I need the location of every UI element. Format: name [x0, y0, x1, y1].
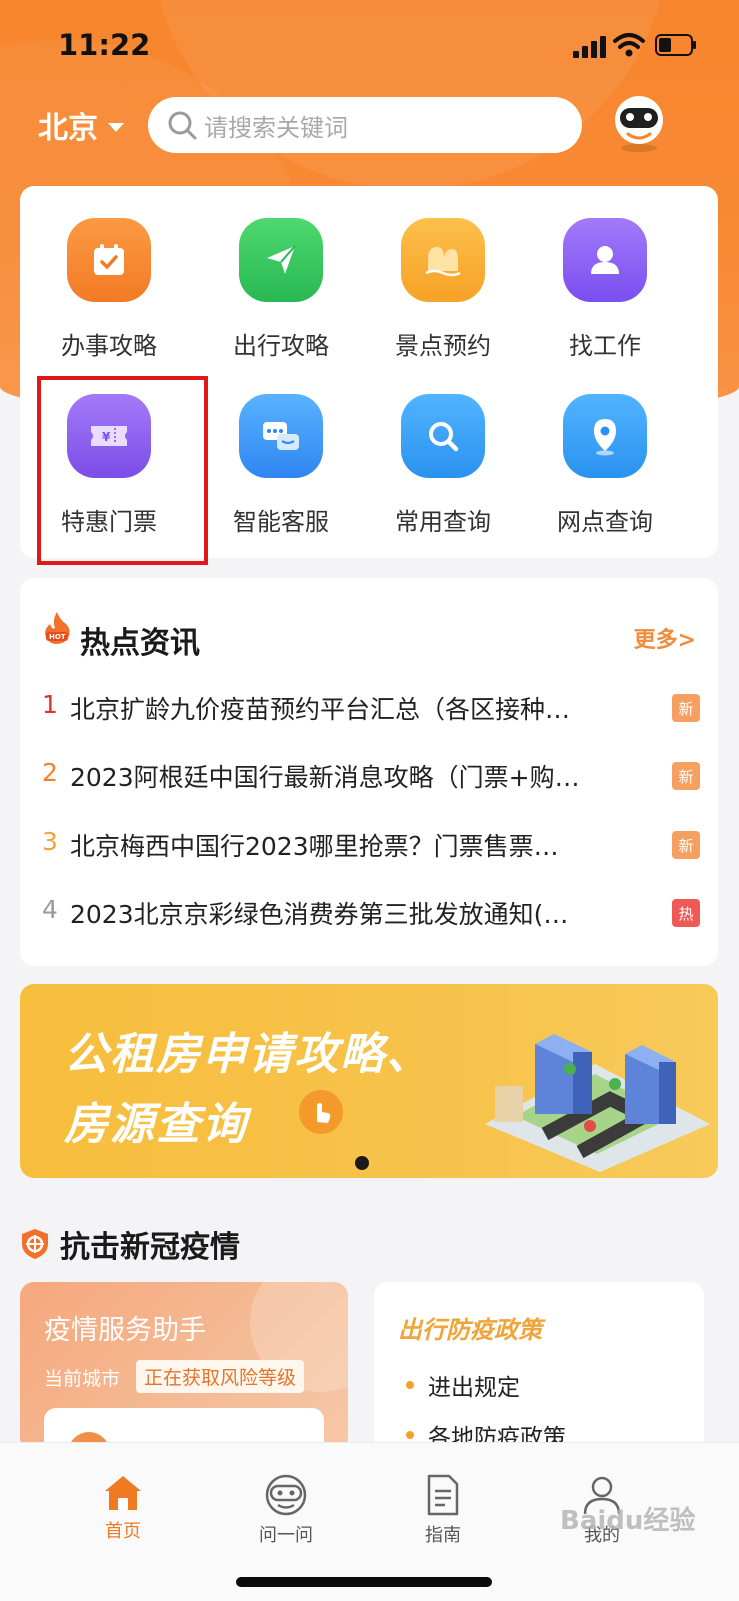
hot-flame-icon: HOT	[45, 612, 70, 644]
chat-bubbles-icon	[239, 394, 323, 478]
robot-avatar-icon[interactable]	[612, 94, 666, 154]
tab-ask[interactable]: 问一问	[226, 1473, 346, 1547]
policy-title: 出行防疫政策	[398, 1316, 542, 1344]
service-label: 景点预约	[395, 332, 491, 360]
policy-item[interactable]: 进出规定	[406, 1368, 520, 1402]
carousel-indicator[interactable]	[355, 1156, 369, 1170]
news-title-text: 北京梅西中国行2023哪里抢票？门票售票…	[70, 832, 559, 861]
bullet-dot	[406, 1381, 414, 1389]
service-label: 智能客服	[233, 508, 329, 536]
news-title-text: 北京扩龄九价疫苗预约平台汇总（各区接种…	[70, 695, 571, 724]
tab-home[interactable]: 首页	[63, 1473, 183, 1543]
epidemic-assistant-card[interactable]: 疫情服务助手 当前城市 正在获取风险等级	[20, 1282, 348, 1452]
assistant-title: 疫情服务助手	[44, 1315, 206, 1346]
service-label: 找工作	[569, 332, 641, 360]
city-illustration-icon	[485, 1034, 710, 1172]
location-pin-icon	[563, 394, 647, 478]
current-city-label: 当前城市	[44, 1368, 121, 1390]
tab-guide[interactable]: 指南	[383, 1473, 503, 1547]
tab-label: 指南	[425, 1525, 461, 1546]
service-smart-support-button[interactable]: 智能客服	[200, 362, 362, 536]
news-section-title: 热点资讯	[80, 626, 200, 661]
policy-item-label: 进出规定	[428, 1375, 520, 1401]
watermark-text: Baidu经验	[560, 1506, 696, 1536]
tap-hand-icon	[299, 1090, 343, 1134]
banner-line1: 公租房申请攻略、	[64, 1029, 432, 1080]
service-label: 出行攻略	[233, 332, 329, 360]
service-label: 常用查询	[395, 508, 491, 536]
city-selector[interactable]: 北京	[38, 103, 124, 147]
caret-down-icon	[108, 122, 124, 132]
news-title-text: 2023阿根廷中国行最新消息攻略（门票+购…	[70, 763, 580, 792]
banner-line2: 房源查询	[64, 1099, 248, 1150]
robot-icon	[265, 1474, 307, 1516]
covid-section-header: 抗击新冠疫情	[20, 1222, 240, 1266]
bullet-dot	[406, 1431, 414, 1439]
document-icon	[427, 1474, 459, 1516]
tab-label: 问一问	[259, 1525, 313, 1546]
home-icon	[105, 1476, 141, 1510]
status-time: 11:22	[58, 28, 151, 62]
highlight-box	[37, 376, 208, 565]
new-badge: 新	[672, 762, 700, 790]
status-bar: 11:22	[0, 28, 739, 68]
search-input[interactable]: 请搜索关键词	[148, 97, 582, 153]
public-housing-banner[interactable]: 公租房申请攻略、 房源查询	[20, 984, 718, 1178]
new-badge: 新	[672, 694, 700, 722]
news-rank: 2	[42, 758, 58, 787]
news-more-link[interactable]: 更多>	[634, 622, 696, 654]
battery-icon	[655, 34, 696, 56]
service-job-search-button[interactable]: 找工作	[524, 186, 686, 360]
risk-status-badge: 正在获取风险等级	[136, 1360, 305, 1393]
news-rank: 4	[42, 895, 58, 924]
service-scenic-reservation-button[interactable]: 景点预约	[362, 186, 524, 360]
calendar-check-icon	[67, 218, 151, 302]
service-guide-button[interactable]: 办事攻略	[28, 186, 190, 360]
shield-target-icon	[22, 1229, 48, 1259]
service-label: 办事攻略	[61, 332, 157, 360]
wifi-icon	[613, 33, 645, 57]
magnifier-icon	[401, 394, 485, 478]
news-item[interactable]: 3 北京梅西中国行2023哪里抢票？门票售票… 新	[42, 823, 702, 863]
hot-news-card: HOT 热点资讯 更多> 1 北京扩龄九价疫苗预约平台汇总（各区接种… 新 2 …	[20, 578, 718, 966]
mountain-icon	[401, 218, 485, 302]
covid-section-title: 抗击新冠疫情	[60, 1230, 240, 1265]
service-label: 网点查询	[557, 508, 653, 536]
news-title-text: 2023北京京彩绿色消费券第三批发放通知(…	[70, 900, 569, 929]
cellular-signal-icon	[573, 36, 606, 58]
news-item[interactable]: 1 北京扩龄九价疫苗预约平台汇总（各区接种… 新	[42, 686, 702, 726]
service-common-query-button[interactable]: 常用查询	[362, 362, 524, 536]
search-placeholder: 请搜索关键词	[204, 113, 348, 142]
service-outlet-query-button[interactable]: 网点查询	[524, 362, 686, 536]
person-icon	[563, 218, 647, 302]
travel-policy-card: 出行防疫政策 进出规定 各地防疫政策	[374, 1282, 704, 1452]
home-indicator[interactable]	[236, 1577, 492, 1587]
hot-badge: 热	[672, 899, 700, 927]
search-icon	[168, 111, 197, 140]
service-travel-button[interactable]: 出行攻略	[200, 186, 362, 360]
svg-text:HOT: HOT	[49, 633, 66, 641]
paper-plane-icon	[239, 218, 323, 302]
news-rank: 3	[42, 827, 58, 856]
city-label: 北京	[38, 111, 98, 146]
new-badge: 新	[672, 831, 700, 859]
news-item[interactable]: 2 2023阿根廷中国行最新消息攻略（门票+购… 新	[42, 754, 702, 794]
tab-label: 首页	[105, 1521, 141, 1542]
news-item[interactable]: 4 2023北京京彩绿色消费券第三批发放通知(… 热	[42, 891, 702, 931]
news-rank: 1	[42, 690, 58, 719]
